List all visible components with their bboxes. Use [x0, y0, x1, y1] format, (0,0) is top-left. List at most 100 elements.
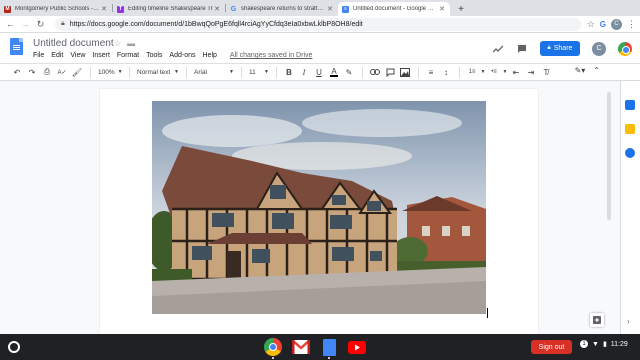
menu-view[interactable]: View	[70, 52, 85, 59]
toolbar-divider	[459, 66, 460, 78]
menu-insert[interactable]: Insert	[92, 52, 110, 59]
insert-comment-icon[interactable]	[383, 65, 397, 79]
insert-image-icon[interactable]	[398, 65, 412, 79]
launcher-icon[interactable]	[8, 341, 20, 353]
close-tab-icon[interactable]: ✕	[438, 5, 446, 13]
keep-icon[interactable]	[625, 124, 635, 134]
browser-menu-icon[interactable]: ⋮	[627, 19, 636, 30]
google-extension-icon[interactable]: G	[600, 20, 606, 29]
reload-icon[interactable]: ↻	[34, 18, 47, 31]
activity-trend-icon[interactable]	[492, 43, 504, 55]
explore-icon[interactable]	[590, 313, 604, 327]
youtube-app-icon[interactable]	[348, 338, 366, 356]
docs-logo-icon[interactable]	[10, 38, 23, 55]
highlight-color-icon[interactable]: ✎	[342, 65, 356, 79]
tab-montgomery-schools[interactable]: M Montgomery Public Schools - Bl ✕	[0, 2, 112, 16]
undo-icon[interactable]: ↶	[10, 65, 24, 79]
collapse-toolbar-icon[interactable]: ⌃	[593, 66, 600, 75]
tab-title: shakespeare returns to stratford	[241, 6, 326, 12]
underline-button[interactable]: U	[312, 65, 326, 79]
browser-profile-avatar[interactable]: C	[611, 18, 622, 30]
close-tab-icon[interactable]: ✕	[100, 5, 108, 13]
address-bar-row: ← → ↻ 🔒︎ https://docs.google.com/documen…	[0, 16, 640, 33]
share-button[interactable]: 🔒︎ Share	[540, 41, 580, 56]
google-favicon-icon: G	[230, 5, 237, 13]
numbered-list-chevron-icon[interactable]: ▼	[480, 65, 486, 79]
menu-tools[interactable]: Tools	[146, 52, 162, 59]
document-title[interactable]: Untitled document	[33, 38, 114, 49]
close-tab-icon[interactable]: ✕	[326, 5, 334, 13]
lock-icon: 🔒︎	[547, 45, 551, 51]
share-label: Share	[553, 45, 573, 52]
bulleted-list-chevron-icon[interactable]: ▼	[502, 65, 508, 79]
menu-format[interactable]: Format	[117, 52, 139, 59]
timeline-favicon-icon: T	[117, 5, 124, 13]
menu-add-ons[interactable]: Add-ons	[169, 52, 195, 59]
menu-help[interactable]: Help	[203, 52, 217, 59]
toolbar-divider	[276, 66, 277, 78]
docs-app-icon[interactable]	[320, 338, 338, 359]
expand-panel-icon[interactable]: ›	[627, 317, 630, 326]
tab-title: Montgomery Public Schools - Bl	[15, 6, 100, 12]
print-icon[interactable]: ⎙	[40, 65, 54, 79]
align-icon[interactable]: ≡	[424, 65, 438, 79]
vertical-scrollbar[interactable]	[607, 92, 611, 220]
running-indicator	[272, 357, 274, 359]
insert-link-icon[interactable]	[368, 65, 382, 79]
tasks-icon[interactable]	[625, 148, 635, 158]
bold-button[interactable]: B	[282, 65, 296, 79]
gmail-app-icon[interactable]	[292, 338, 310, 356]
style-value: Normal text	[137, 68, 171, 76]
url-input[interactable]: 🔒︎ https://docs.google.com/document/d/1b…	[55, 17, 581, 31]
docs-header: Untitled document ☆ ▬ File Edit View Ins…	[0, 33, 640, 63]
italic-button[interactable]: I	[297, 65, 311, 79]
tab-google-docs[interactable]: ≡ Untitled document - Google Docs ✕	[338, 2, 450, 16]
bookmark-star-icon[interactable]: ☆	[587, 19, 595, 30]
text-color-swatch	[330, 74, 338, 77]
redo-icon[interactable]: ↷	[25, 65, 39, 79]
new-tab-icon[interactable]: +	[454, 2, 468, 16]
chevron-down-icon: ▼	[174, 69, 179, 75]
font-select[interactable]: Arial ▼	[192, 69, 236, 76]
menu-edit[interactable]: Edit	[51, 52, 63, 59]
editing-mode-pencil-icon[interactable]: ✎▾	[575, 66, 586, 75]
screen: M Montgomery Public Schools - Bl ✕ T Edi…	[0, 0, 640, 360]
chrome-app-icon[interactable]	[264, 338, 282, 359]
font-size-select[interactable]: 11 ▼	[247, 69, 271, 76]
notification-count-badge: 1	[580, 340, 588, 348]
chevron-down-icon: ▼	[229, 69, 234, 75]
star-icon[interactable]: ☆	[114, 39, 121, 48]
system-tray[interactable]: 1 ▼ ▮ 11:29	[580, 340, 628, 348]
close-tab-icon[interactable]: ✕	[213, 5, 221, 13]
menu-file[interactable]: File	[33, 52, 44, 59]
battery-icon: ▮	[602, 341, 607, 348]
paint-format-icon[interactable]: 🖌︎	[70, 65, 84, 79]
tab-editing-timeline[interactable]: T Editing timeline Shakespeare Tr ✕	[113, 2, 225, 16]
toolbar-divider	[186, 66, 187, 78]
decrease-indent-icon[interactable]: ⇤	[509, 65, 523, 79]
back-arrow-icon[interactable]: ←	[4, 18, 17, 31]
tab-google-search[interactable]: G shakespeare returns to stratford ✕	[226, 2, 338, 16]
numbered-list-icon[interactable]: 1≡	[465, 65, 479, 79]
spellcheck-icon[interactable]: A✓	[55, 65, 69, 79]
forward-arrow-icon[interactable]: →	[19, 18, 32, 31]
docs-favicon-icon: ≡	[342, 5, 349, 13]
toolbar-divider	[241, 66, 242, 78]
sign-out-button[interactable]: Sign out	[531, 340, 572, 354]
toolbar-divider	[418, 66, 419, 78]
style-select[interactable]: Normal text ▼	[135, 69, 181, 76]
clock-time: 11:29	[610, 340, 628, 348]
bulleted-list-icon[interactable]: •≡	[487, 65, 501, 79]
side-panel: ›	[620, 81, 640, 334]
comments-icon[interactable]	[516, 43, 528, 55]
clear-formatting-icon[interactable]: T̸	[539, 65, 553, 79]
line-spacing-icon[interactable]: ↕	[439, 65, 453, 79]
save-status[interactable]: All changes saved in Drive	[230, 52, 313, 59]
account-avatar[interactable]: C	[592, 41, 606, 56]
folder-icon[interactable]: ▬	[127, 39, 135, 48]
calendar-icon[interactable]	[625, 100, 635, 110]
text-color-button[interactable]: A	[327, 65, 341, 79]
increase-indent-icon[interactable]: ⇥	[524, 65, 538, 79]
zoom-select[interactable]: 100% ▼	[96, 69, 124, 76]
shakespeare-birthplace-photo[interactable]	[152, 101, 486, 314]
